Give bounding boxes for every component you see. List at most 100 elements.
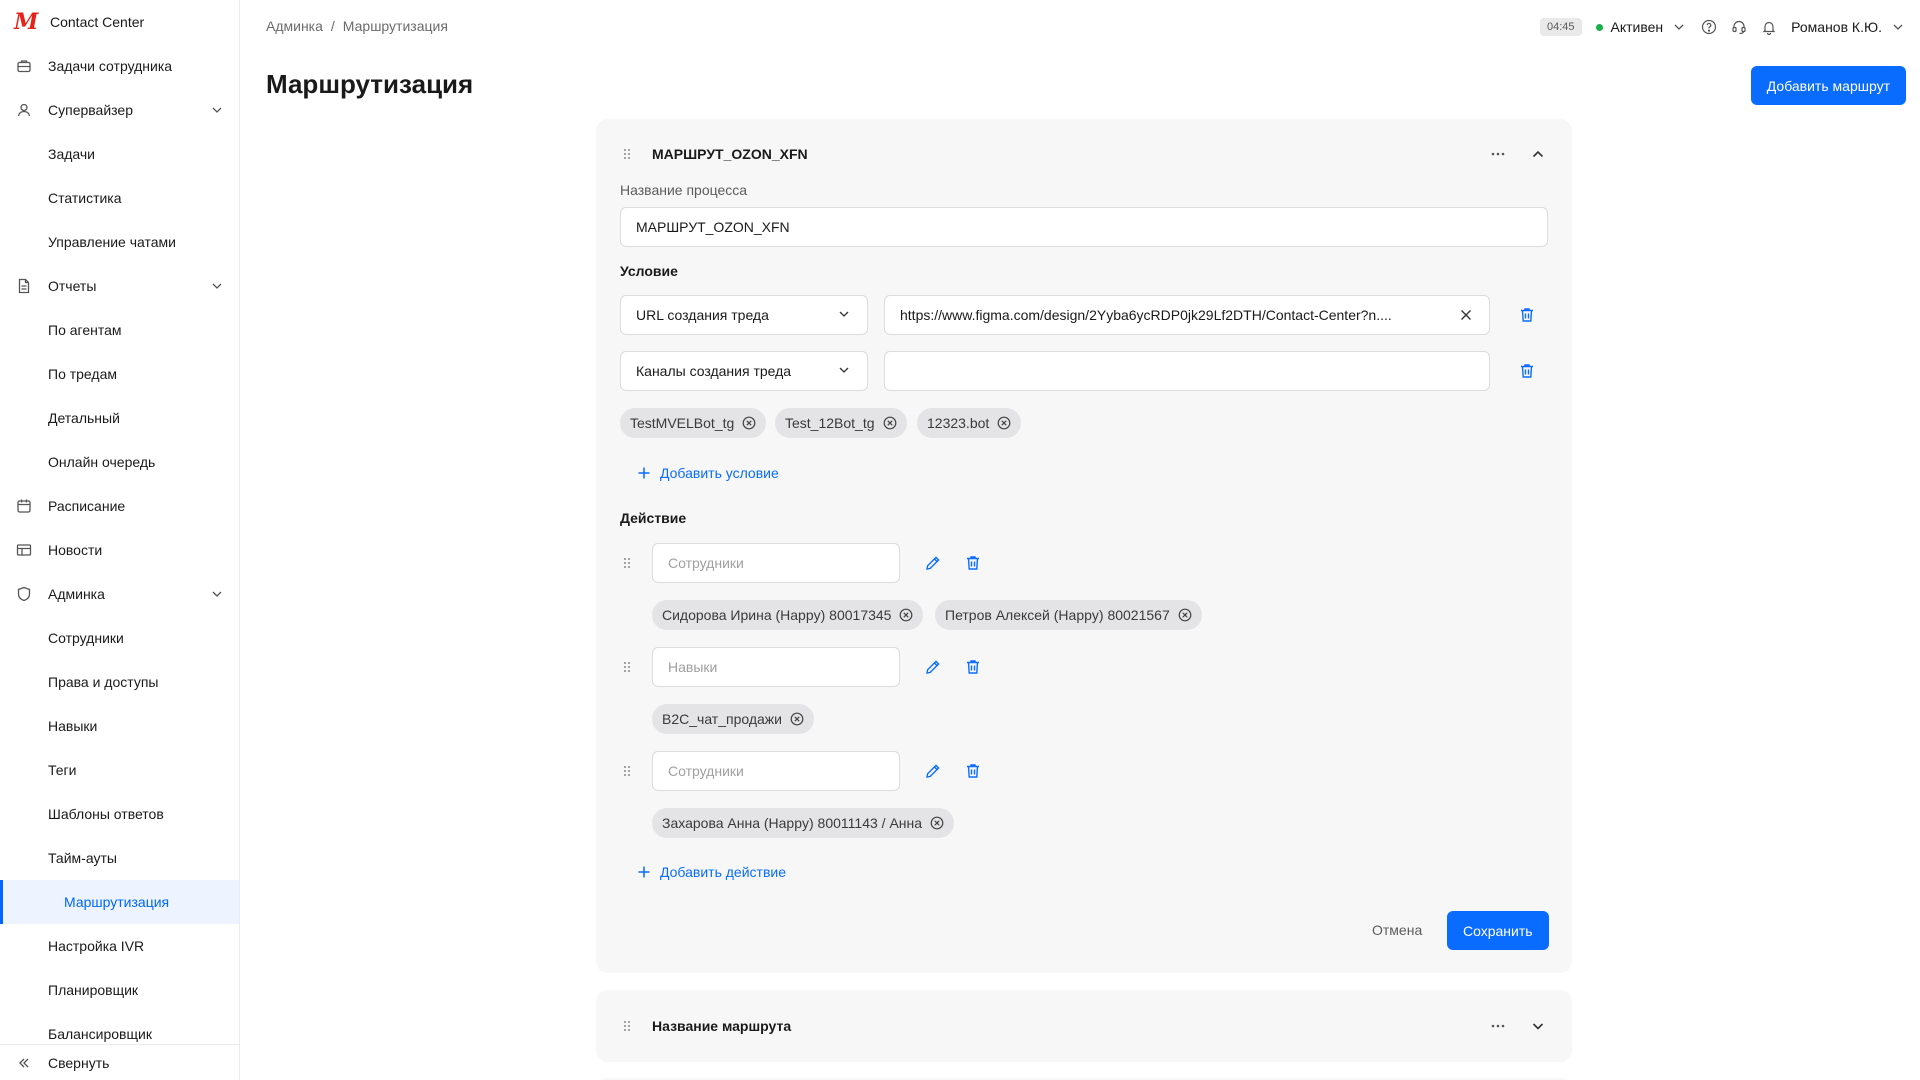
delete-condition-icon[interactable] bbox=[1517, 361, 1537, 381]
page-title: Маршрутизация bbox=[266, 69, 474, 99]
shield-icon bbox=[16, 586, 32, 602]
sidebar-item-supervisor[interactable]: Супервайзер bbox=[0, 88, 239, 132]
sidebar-item-employee-tasks[interactable]: Задачи сотрудника bbox=[0, 44, 239, 88]
user-menu[interactable]: Романов К.Ю. bbox=[1791, 19, 1906, 35]
sidebar-item-label: Планировщик bbox=[48, 982, 139, 998]
chevron-down-icon bbox=[836, 306, 852, 325]
route-card-header: Название маршрута bbox=[620, 990, 1548, 1062]
help-icon[interactable] bbox=[1701, 19, 1717, 35]
remove-chip-icon[interactable] bbox=[742, 416, 756, 430]
action-placeholder: Сотрудники bbox=[668, 555, 744, 571]
add-action-label: Добавить действие bbox=[660, 864, 786, 880]
chip-label: Петров Алексей (Happy) 80021567 bbox=[945, 607, 1170, 623]
edit-icon[interactable] bbox=[923, 657, 943, 677]
sidebar-item-tags[interactable]: Теги bbox=[0, 748, 239, 792]
action-input[interactable]: Сотрудники bbox=[652, 543, 900, 583]
drag-handle-icon[interactable] bbox=[620, 147, 634, 161]
sidebar-item-reply-templates[interactable]: Шаблоны ответов bbox=[0, 792, 239, 836]
remove-chip-icon[interactable] bbox=[930, 816, 944, 830]
delete-action-icon[interactable] bbox=[963, 553, 983, 573]
edit-icon[interactable] bbox=[923, 761, 943, 781]
more-icon[interactable] bbox=[1488, 1016, 1508, 1036]
remove-chip-icon[interactable] bbox=[883, 416, 897, 430]
action-input[interactable]: Сотрудники bbox=[652, 751, 900, 791]
chip-label: TestMVELBot_tg bbox=[630, 415, 735, 431]
sidebar-item-reports[interactable]: Отчеты bbox=[0, 264, 239, 308]
sidebar-item-label: Права и доступы bbox=[48, 674, 159, 690]
add-condition-button[interactable]: Добавить условие bbox=[636, 465, 779, 481]
more-icon[interactable] bbox=[1488, 144, 1508, 164]
drag-handle-icon[interactable] bbox=[620, 764, 634, 778]
sidebar-item-label: Новости bbox=[48, 542, 103, 558]
sidebar-item-timeouts[interactable]: Тайм-ауты bbox=[0, 836, 239, 880]
drag-handle-icon[interactable] bbox=[620, 1019, 634, 1033]
delete-action-icon[interactable] bbox=[963, 761, 983, 781]
condition-type-value: URL создания треда bbox=[636, 307, 769, 323]
status-label: Активен bbox=[1610, 19, 1664, 35]
sidebar-item-tasks[interactable]: Задачи bbox=[0, 132, 239, 176]
sidebar-item-online-queue[interactable]: Онлайн очередь bbox=[0, 440, 239, 484]
sidebar-item-employees[interactable]: Сотрудники bbox=[0, 616, 239, 660]
save-button[interactable]: Сохранить bbox=[1447, 911, 1549, 950]
sidebar-item-admin[interactable]: Админка bbox=[0, 572, 239, 616]
edit-icon[interactable] bbox=[923, 553, 943, 573]
sidebar-item-scheduler[interactable]: Планировщик bbox=[0, 968, 239, 1012]
bell-icon[interactable] bbox=[1761, 19, 1777, 35]
sidebar-item-label: Статистика bbox=[48, 190, 122, 206]
chevron-down-icon[interactable] bbox=[1528, 1016, 1548, 1036]
action-input[interactable]: Навыки bbox=[652, 647, 900, 687]
sidebar-item-label: Теги bbox=[48, 762, 77, 778]
sidebar-item-by-threads[interactable]: По тредам bbox=[0, 352, 239, 396]
delete-action-icon[interactable] bbox=[963, 657, 983, 677]
sidebar-item-label: По агентам bbox=[48, 322, 122, 338]
cancel-button[interactable]: Отмена bbox=[1372, 922, 1422, 938]
condition-value: https://www.figma.com/design/2Yyba6ycRDP… bbox=[900, 307, 1392, 323]
action-placeholder: Сотрудники bbox=[668, 763, 744, 779]
condition-type-select[interactable]: URL создания треда bbox=[620, 295, 868, 335]
route-card-collapsed[interactable]: Название маршрута bbox=[596, 990, 1572, 1062]
document-icon bbox=[16, 278, 32, 294]
plus-icon bbox=[636, 864, 652, 880]
sidebar-item-label: Управление чатами bbox=[48, 234, 176, 250]
sidebar-item-chat-management[interactable]: Управление чатами bbox=[0, 220, 239, 264]
remove-chip-icon[interactable] bbox=[997, 416, 1011, 430]
sidebar-item-permissions[interactable]: Права и доступы bbox=[0, 660, 239, 704]
delete-condition-icon[interactable] bbox=[1517, 305, 1537, 325]
sidebar-item-statistics[interactable]: Статистика bbox=[0, 176, 239, 220]
chip-label: Test_12Bot_tg bbox=[785, 415, 875, 431]
process-name-input[interactable]: МАРШРУТ_OZON_XFN bbox=[620, 207, 1548, 247]
plus-icon bbox=[636, 465, 652, 481]
add-action-button[interactable]: Добавить действие bbox=[636, 864, 786, 880]
chevron-up-icon[interactable] bbox=[1528, 144, 1548, 164]
condition-type-select[interactable]: Каналы создания треда bbox=[620, 351, 868, 391]
clear-icon[interactable] bbox=[1458, 307, 1474, 323]
app-logo-row[interactable]: M Contact Center bbox=[0, 0, 239, 44]
headset-icon[interactable] bbox=[1731, 19, 1747, 35]
chevron-down-icon bbox=[1671, 19, 1687, 35]
remove-chip-icon[interactable] bbox=[899, 608, 913, 622]
sidebar-item-routing[interactable]: Маршрутизация bbox=[0, 880, 239, 924]
drag-handle-icon[interactable] bbox=[620, 556, 634, 570]
sidebar-item-detailed[interactable]: Детальный bbox=[0, 396, 239, 440]
remove-chip-icon[interactable] bbox=[790, 712, 804, 726]
sidebar-item-ivr-settings[interactable]: Настройка IVR bbox=[0, 924, 239, 968]
status-dropdown[interactable]: Активен bbox=[1595, 19, 1688, 35]
app-name: Contact Center bbox=[50, 14, 145, 30]
breadcrumb-parent[interactable]: Админка bbox=[266, 18, 323, 34]
sidebar-item-news[interactable]: Новости bbox=[0, 528, 239, 572]
condition-label: Условие bbox=[620, 263, 678, 279]
add-route-button[interactable]: Добавить маршрут bbox=[1750, 66, 1906, 105]
chip-label: B2C_чат_продажи bbox=[662, 711, 782, 727]
process-name-label: Название процесса bbox=[620, 182, 748, 198]
drag-handle-icon[interactable] bbox=[620, 660, 634, 674]
sidebar-item-schedule[interactable]: Расписание bbox=[0, 484, 239, 528]
sidebar-collapse-button[interactable]: Свернуть bbox=[0, 1044, 239, 1080]
channel-chip: TestMVELBot_tg bbox=[620, 408, 767, 438]
sidebar-item-skills[interactable]: Навыки bbox=[0, 704, 239, 748]
action-placeholder: Навыки bbox=[668, 659, 718, 675]
add-condition-label: Добавить условие bbox=[660, 465, 779, 481]
sidebar-item-by-agents[interactable]: По агентам bbox=[0, 308, 239, 352]
condition-value-input[interactable]: https://www.figma.com/design/2Yyba6ycRDP… bbox=[884, 295, 1490, 335]
condition-value-input[interactable] bbox=[884, 351, 1490, 391]
remove-chip-icon[interactable] bbox=[1178, 608, 1192, 622]
